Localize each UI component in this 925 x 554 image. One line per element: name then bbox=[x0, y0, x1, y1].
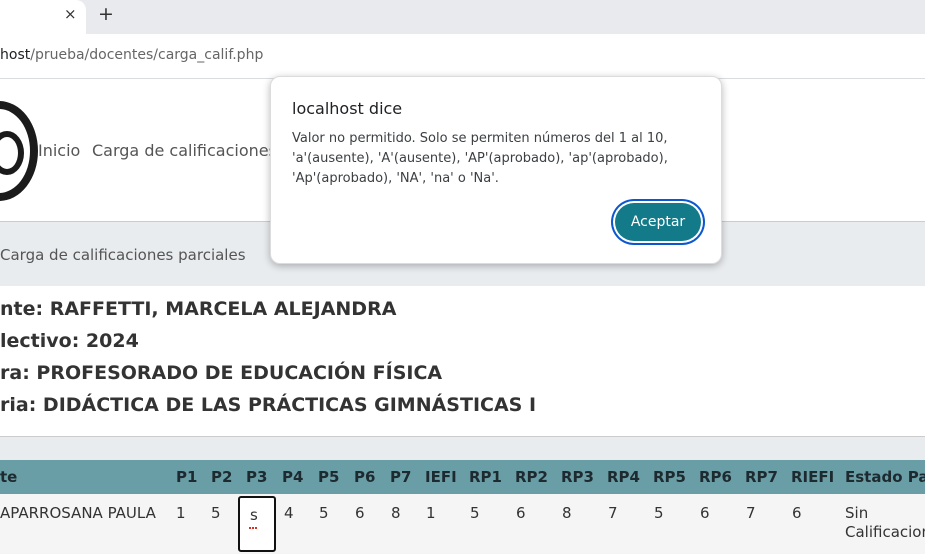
column-header: RIEFI bbox=[791, 468, 835, 486]
column-header: P1 bbox=[176, 468, 198, 486]
spellcheck-underline bbox=[249, 524, 257, 529]
column-header: P4 bbox=[282, 468, 304, 486]
column-header: P2 bbox=[211, 468, 233, 486]
close-tab-icon[interactable]: × bbox=[64, 5, 77, 23]
grade-cell-rp2[interactable]: 6 bbox=[516, 504, 526, 522]
materia-line: ria: DIDÁCTICA DE LAS PRÁCTICAS GIMNÁSTI… bbox=[0, 394, 537, 416]
grade-cell-rp5[interactable]: 5 bbox=[654, 504, 664, 522]
grade-input-p3-value: s bbox=[250, 506, 258, 524]
column-header: Estado Par bbox=[845, 468, 925, 486]
dialog-message: Valor no permitido. Solo se permiten núm… bbox=[292, 131, 668, 186]
address-bar[interactable]: host/prueba/docentes/carga_calif.php bbox=[0, 34, 925, 79]
column-header: P5 bbox=[318, 468, 340, 486]
docente-line: nte: RAFFETTI, MARCELA ALEJANDRA bbox=[0, 298, 397, 320]
grade-cell-p1[interactable]: 1 bbox=[176, 504, 186, 522]
grade-input-p3[interactable]: s bbox=[238, 496, 276, 552]
grade-cell-rp6[interactable]: 6 bbox=[700, 504, 710, 522]
browser-tab[interactable]: × bbox=[0, 0, 86, 34]
grade-cell-p5[interactable]: 5 bbox=[319, 504, 329, 522]
grade-cell-rp4[interactable]: 7 bbox=[608, 504, 618, 522]
grade-cell-iefi[interactable]: 1 bbox=[426, 504, 436, 522]
ciclo-line: lectivo: 2024 bbox=[0, 330, 139, 352]
column-header: P3 bbox=[246, 468, 268, 486]
grades-table: te P1 P2 P3 P4 P5 P6 P7 IEFI RP1 RP2 RP3… bbox=[0, 460, 925, 554]
nav-link-inicio[interactable]: Inicio bbox=[38, 141, 80, 160]
grade-cell-rp3[interactable]: 8 bbox=[562, 504, 572, 522]
url-text[interactable]: host/prueba/docentes/carga_calif.php bbox=[0, 47, 263, 63]
logo-icon[interactable] bbox=[0, 101, 38, 201]
course-info-card: nte: RAFFETTI, MARCELA ALEJANDRA lectivo… bbox=[0, 286, 925, 437]
column-header: RP6 bbox=[699, 468, 732, 486]
column-header: P7 bbox=[390, 468, 412, 486]
carrera-line: ra: PROFESORADO DE EDUCACIÓN FÍSICA bbox=[0, 362, 443, 384]
column-header: RP7 bbox=[745, 468, 778, 486]
breadcrumb: Carga de calificaciones parciales bbox=[0, 246, 246, 264]
estado-line-2: Calificacion bbox=[845, 523, 925, 541]
table-header-row: te P1 P2 P3 P4 P5 P6 P7 IEFI RP1 RP2 RP3… bbox=[0, 460, 925, 494]
grade-cell-p6[interactable]: 6 bbox=[355, 504, 365, 522]
table-row: APARROSANA PAULA 1 5 s 4 5 6 8 1 5 6 8 7… bbox=[0, 494, 925, 554]
estado-cell: Sin Calificacion bbox=[845, 504, 925, 542]
grade-cell-p2[interactable]: 5 bbox=[211, 504, 221, 522]
student-name-cell: APARROSANA PAULA bbox=[0, 504, 156, 522]
column-header: RP5 bbox=[653, 468, 686, 486]
nav-link-carga-calificaciones[interactable]: Carga de calificaciones bbox=[92, 141, 277, 160]
url-path: /prueba/docentes/carga_calif.php bbox=[30, 47, 264, 63]
grade-cell-p4[interactable]: 4 bbox=[284, 504, 294, 522]
grade-cell-rp7[interactable]: 7 bbox=[746, 504, 756, 522]
dialog-title: localhost dice bbox=[292, 99, 403, 118]
grade-cell-p7[interactable]: 8 bbox=[391, 504, 401, 522]
alert-dialog: localhost dice Valor no permitido. Solo … bbox=[270, 76, 722, 264]
url-host: host bbox=[0, 47, 31, 63]
grade-cell-riefi[interactable]: 6 bbox=[792, 504, 802, 522]
column-header: P6 bbox=[354, 468, 376, 486]
grade-cell-rp1[interactable]: 5 bbox=[470, 504, 480, 522]
column-header: RP1 bbox=[469, 468, 502, 486]
column-header: te bbox=[0, 468, 18, 486]
column-header: RP4 bbox=[607, 468, 640, 486]
new-tab-button[interactable]: + bbox=[98, 3, 114, 25]
tab-bar: × + bbox=[0, 0, 925, 34]
accept-button[interactable]: Aceptar bbox=[615, 203, 701, 241]
column-header: IEFI bbox=[425, 468, 457, 486]
column-header: RP2 bbox=[515, 468, 548, 486]
estado-line-1: Sin bbox=[845, 504, 869, 522]
column-header: RP3 bbox=[561, 468, 594, 486]
